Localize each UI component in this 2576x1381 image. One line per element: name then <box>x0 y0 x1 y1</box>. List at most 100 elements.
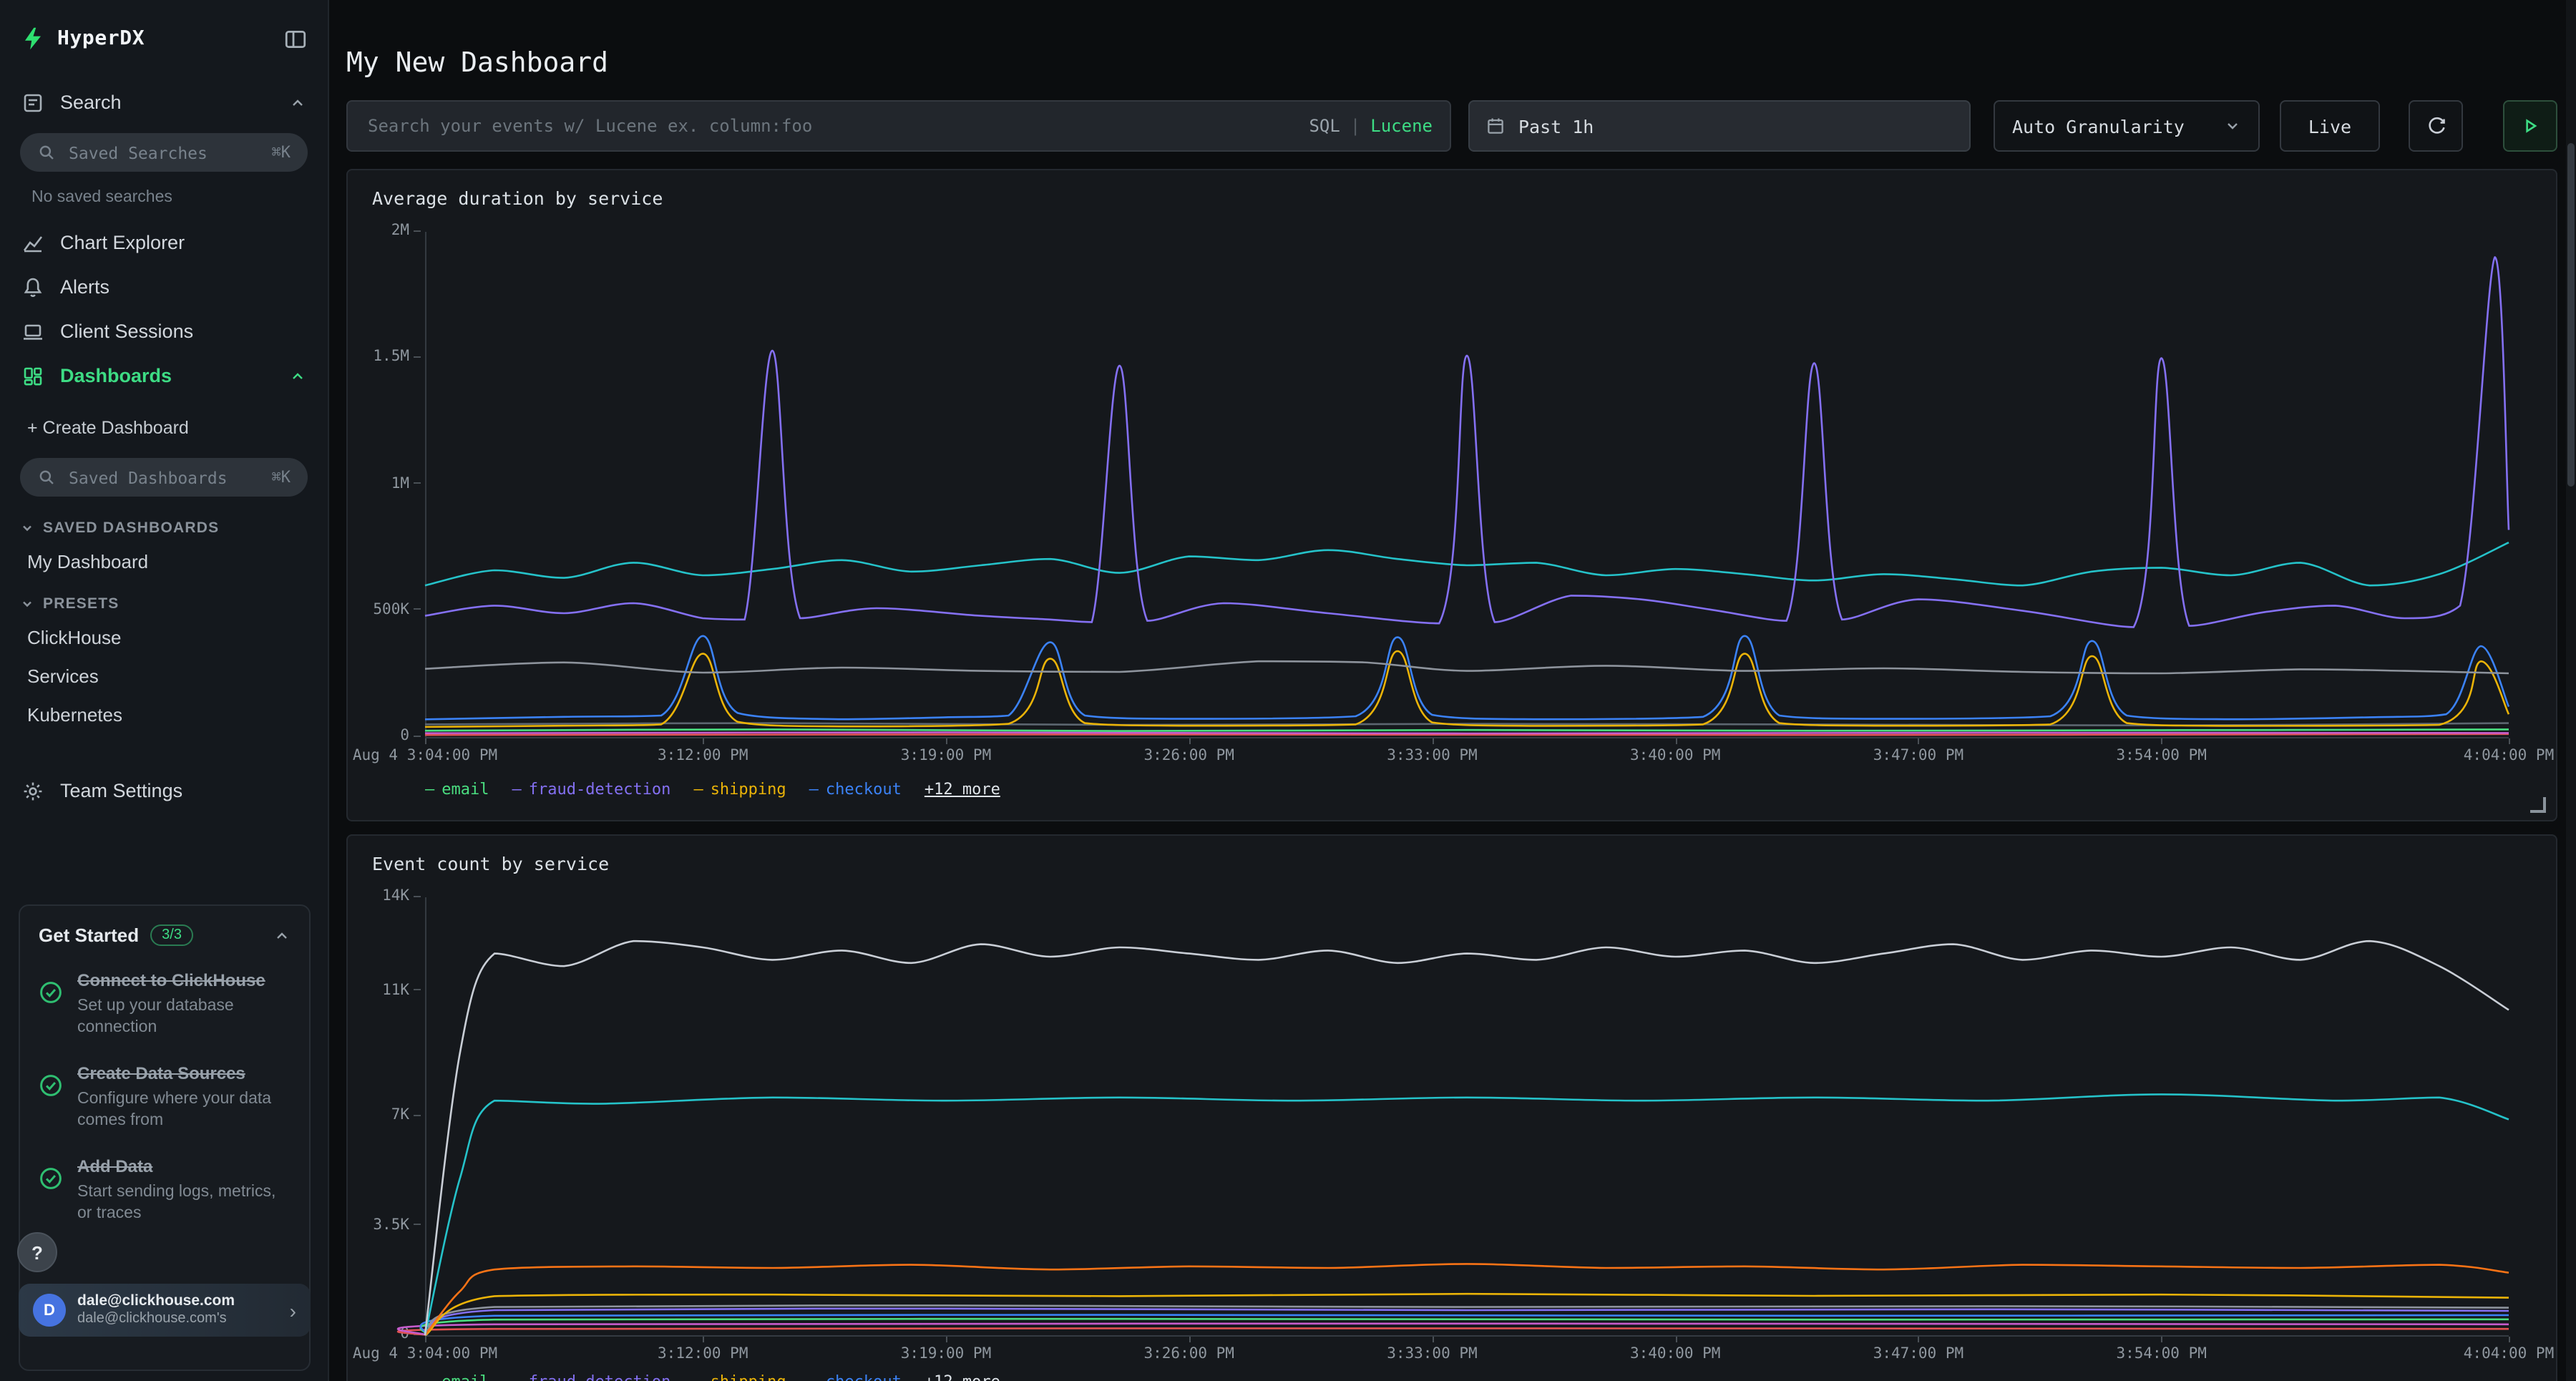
saved-dashboards-search[interactable]: ⌘K <box>20 458 308 497</box>
search-nav-label: Search <box>60 92 122 113</box>
sql-toggle[interactable]: SQL <box>1309 116 1340 136</box>
granularity-value: Auto Granularity <box>2012 115 2185 137</box>
saved-searches-search[interactable]: ⌘K <box>20 133 308 172</box>
legend-dash-icon: — <box>693 780 703 799</box>
saved-searches-input[interactable] <box>66 141 262 164</box>
scrollbar-thumb[interactable] <box>2567 143 2575 487</box>
series-checkout <box>421 1315 2509 1335</box>
line-chart: 03.5K7K11K14KAug 4 3:04:00 PM3:12:00 PM3… <box>371 887 2533 1374</box>
y-tick-label: 1.5M <box>371 348 421 366</box>
legend-dash-icon: — <box>809 1372 819 1381</box>
dashboards-grid-icon <box>21 364 44 387</box>
sidebar: HyperDX Search ⌘K No saved searches Char… <box>0 0 329 1381</box>
get-started-item-title: Connect to ClickHouse <box>77 969 291 992</box>
get-started-item[interactable]: Add Data Start sending logs, metrics, or… <box>39 1155 291 1225</box>
x-tick-label: 4:04:00 PM <box>2464 1345 2554 1362</box>
saved-dashboards-section[interactable]: SAVED DASHBOARDS <box>0 505 328 542</box>
series-fraud-detection <box>425 1309 2509 1335</box>
get-started-title: Get Started <box>39 924 139 946</box>
time-range-picker[interactable]: Past 1h <box>1468 100 1971 152</box>
chart-plot[interactable] <box>425 897 2509 1335</box>
sidebar-item-team-settings[interactable]: Team Settings <box>0 768 328 813</box>
get-started-item[interactable]: Connect to ClickHouse Set up your databa… <box>39 969 291 1039</box>
legend-dash-icon: — <box>512 1372 522 1381</box>
chart-legend: —email —fraud-detection —shipping —checkout… <box>425 1372 1000 1381</box>
sidebar-item-alerts[interactable]: Alerts <box>0 265 328 309</box>
sidebar-item-chart-explorer[interactable]: Chart Explorer <box>0 220 328 265</box>
alerts-bell-icon <box>21 275 44 298</box>
user-menu[interactable]: D dale@clickhouse.com dale@clickhouse.co… <box>19 1284 311 1337</box>
get-started-item-title: Create Data Sources <box>77 1062 291 1085</box>
legend-item[interactable]: —email <box>425 780 489 799</box>
sidebar-item-my-dashboard[interactable]: My Dashboard <box>0 542 328 581</box>
x-tick-label: 3:33:00 PM <box>1387 1345 1477 1362</box>
legend-more-link[interactable]: +12 more <box>924 780 1000 799</box>
presets-section[interactable]: PRESETS <box>0 581 328 618</box>
legend-item[interactable]: —fraud-detection <box>512 780 671 799</box>
chevron-down-icon <box>20 521 34 535</box>
legend-item[interactable]: —checkout <box>809 780 902 799</box>
chevron-down-icon <box>2224 117 2241 135</box>
legend-item[interactable]: —shipping <box>693 1372 786 1381</box>
refresh-icon <box>2425 115 2446 137</box>
chart-plot[interactable] <box>425 232 2509 737</box>
series-red <box>398 1328 2509 1335</box>
play-icon <box>2520 116 2540 136</box>
user-email: dale@clickhouse.com <box>77 1292 235 1310</box>
series-gray <box>425 661 2509 673</box>
x-tick-label: 4:04:00 PM <box>2464 747 2554 764</box>
refresh-button[interactable] <box>2409 100 2463 152</box>
y-tick-label: 3.5K <box>371 1216 421 1233</box>
panel-title: Average duration by service <box>372 187 663 209</box>
saved-dashboards-input[interactable] <box>66 466 262 489</box>
x-tick-label: 3:54:00 PM <box>2116 1345 2206 1362</box>
avatar: D <box>33 1294 66 1327</box>
search-nav-icon <box>21 91 44 114</box>
alerts-label: Alerts <box>60 276 109 298</box>
chevron-up-icon[interactable] <box>273 927 291 944</box>
get-started-progress-badge: 3/3 <box>150 924 193 946</box>
query-language-toggle[interactable]: SQL | Lucene <box>1309 116 1433 136</box>
no-saved-searches-note: No saved searches <box>0 180 328 220</box>
legend-item[interactable]: —email <box>425 1372 489 1381</box>
sidebar-item-search[interactable]: Search <box>0 80 328 125</box>
y-tick-label: 11K <box>371 981 421 998</box>
scrollbar-track[interactable] <box>2566 0 2576 1381</box>
search-icon <box>37 143 56 162</box>
sidebar-item-services[interactable]: Services <box>0 657 328 696</box>
dashboards-label: Dashboards <box>60 365 172 386</box>
brand-name: HyperDX <box>57 27 145 50</box>
granularity-select[interactable]: Auto Granularity <box>1994 100 2260 152</box>
resize-corner-icon[interactable] <box>2530 797 2546 813</box>
get-started-item-desc: Set up your database connection <box>77 996 291 1039</box>
calendar-icon <box>1485 116 1506 136</box>
get-started-item-title: Add Data <box>77 1155 291 1178</box>
event-search-box[interactable]: SQL | Lucene <box>346 100 1451 152</box>
x-tick-label: 3:19:00 PM <box>901 747 991 764</box>
run-query-button[interactable] <box>2503 100 2557 152</box>
legend-item[interactable]: —checkout <box>809 1372 902 1381</box>
series-email <box>425 729 2509 731</box>
event-search-input[interactable] <box>365 114 1297 137</box>
sidebar-item-dashboards[interactable]: Dashboards <box>0 353 328 398</box>
live-button[interactable]: Live <box>2280 100 2380 152</box>
y-tick-label: 2M <box>371 222 421 239</box>
check-circle-icon <box>39 1062 64 1132</box>
x-tick-label: 3:26:00 PM <box>1144 1345 1234 1362</box>
sidebar-item-kubernetes[interactable]: Kubernetes <box>0 696 328 734</box>
legend-item[interactable]: —shipping <box>693 780 786 799</box>
get-started-item[interactable]: Create Data Sources Configure where your… <box>39 1062 291 1132</box>
chevron-down-icon <box>20 597 34 611</box>
sidebar-item-client-sessions[interactable]: Client Sessions <box>0 309 328 353</box>
collapse-sidebar-icon[interactable] <box>283 26 308 51</box>
legend-item[interactable]: —fraud-detection <box>512 1372 671 1381</box>
x-tick-label: Aug 4 3:04:00 PM <box>353 1345 497 1362</box>
chart-panel-event-count: Event count by service 03.5K7K11K14KAug … <box>346 834 2557 1381</box>
sidebar-item-clickhouse[interactable]: ClickHouse <box>0 618 328 657</box>
lucene-toggle[interactable]: Lucene <box>1370 116 1433 136</box>
series-teal <box>425 1094 2509 1335</box>
help-button[interactable]: ? <box>17 1232 57 1272</box>
chart-legend: —email —fraud-detection —shipping —checkout… <box>425 780 1000 799</box>
create-dashboard-button[interactable]: + Create Dashboard <box>0 406 328 449</box>
legend-more-link[interactable]: +12 more <box>924 1372 1000 1381</box>
